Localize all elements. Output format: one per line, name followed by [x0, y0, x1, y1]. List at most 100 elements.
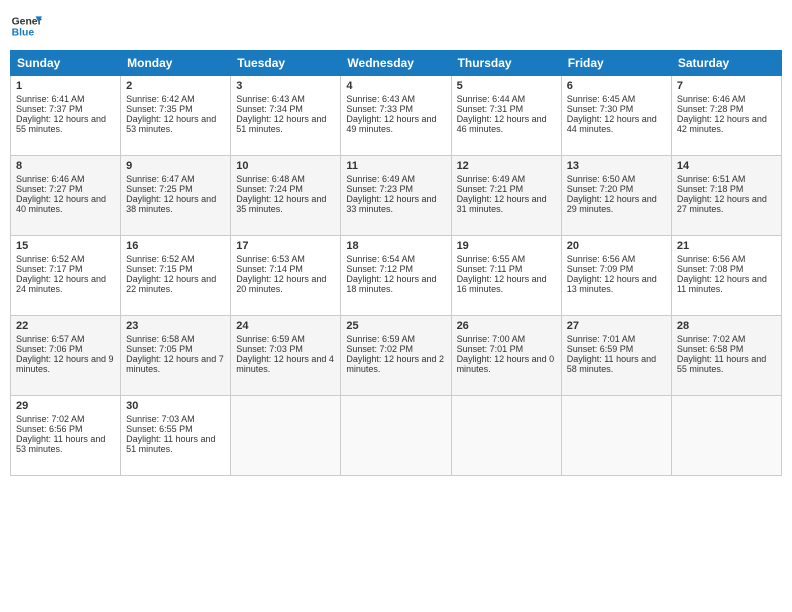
day-number: 25 [346, 320, 445, 332]
sunrise: Sunrise: 7:02 AM [16, 414, 85, 424]
daylight-label: Daylight: 12 hours and 31 minutes. [457, 194, 547, 214]
day-cell: 24Sunrise: 6:59 AMSunset: 7:03 PMDayligh… [231, 316, 341, 396]
week-row-1: 1 Sunrise: 6:41 AMSunset: 7:37 PM Daylight… [11, 76, 782, 156]
header-wednesday: Wednesday [341, 51, 451, 76]
daylight-label: Daylight: 12 hours and 2 minutes. [346, 354, 444, 374]
day-number: 15 [16, 240, 115, 252]
day-cell: 19Sunrise: 6:55 AMSunset: 7:11 PMDayligh… [451, 236, 561, 316]
day-cell [561, 396, 671, 476]
daylight-label: Daylight: 12 hours and 33 minutes. [346, 194, 436, 214]
sunrise: Sunrise: 6:49 AM [457, 174, 526, 184]
sunset: Sunset: 6:59 PM [567, 344, 634, 354]
daylight-label: Daylight: 12 hours and 27 minutes. [677, 194, 767, 214]
sunset: Sunset: 7:24 PM [236, 184, 303, 194]
sunrise: Sunrise: 6:56 AM [567, 254, 636, 264]
logo-icon: General Blue [10, 10, 42, 42]
calendar-table: SundayMondayTuesdayWednesdayThursdayFrid… [10, 50, 782, 476]
day-cell: 10Sunrise: 6:48 AMSunset: 7:24 PMDayligh… [231, 156, 341, 236]
daylight-label: Daylight: 12 hours and 20 minutes. [236, 274, 326, 294]
day-cell: 3Sunrise: 6:43 AMSunset: 7:34 PMDaylight… [231, 76, 341, 156]
daylight-label: Daylight: 12 hours and 7 minutes. [126, 354, 224, 374]
sunset: Sunset: 6:58 PM [677, 344, 744, 354]
day-cell: 1Sunrise: 6:41 AMSunset: 7:37 PMDaylight… [11, 76, 121, 156]
day-cell [231, 396, 341, 476]
daylight-label: Daylight: 12 hours and 44 minutes. [567, 114, 657, 134]
sunrise: Sunrise: 6:47 AM [126, 174, 195, 184]
sunset: Sunset: 7:27 PM [16, 184, 83, 194]
sunrise: Sunrise: 6:41 AM [16, 94, 85, 104]
sunrise: Sunrise: 6:49 AM [346, 174, 415, 184]
daylight-label: Daylight: 11 hours and 53 minutes. [16, 434, 105, 454]
day-cell: 30Sunrise: 7:03 AMSunset: 6:55 PMDayligh… [121, 396, 231, 476]
header-sunday: Sunday [11, 51, 121, 76]
sunset: Sunset: 7:03 PM [236, 344, 303, 354]
sunset: Sunset: 7:30 PM [567, 104, 634, 114]
sunset: Sunset: 6:55 PM [126, 424, 193, 434]
sunset: Sunset: 7:06 PM [16, 344, 83, 354]
day-cell: 27Sunrise: 7:01 AMSunset: 6:59 PMDayligh… [561, 316, 671, 396]
day-cell: 8Sunrise: 6:46 AMSunset: 7:27 PMDaylight… [11, 156, 121, 236]
sunrise: Sunrise: 7:02 AM [677, 334, 746, 344]
daylight-label: Daylight: 12 hours and 24 minutes. [16, 274, 106, 294]
svg-text:Blue: Blue [12, 28, 35, 39]
day-cell: 20Sunrise: 6:56 AMSunset: 7:09 PMDayligh… [561, 236, 671, 316]
day-number: 4 [346, 80, 445, 92]
sunset: Sunset: 7:37 PM [16, 104, 83, 114]
day-number: 16 [126, 240, 225, 252]
sunset: Sunset: 6:56 PM [16, 424, 83, 434]
day-number: 10 [236, 160, 335, 172]
day-number: 1 [16, 80, 115, 92]
sunrise: Sunrise: 6:53 AM [236, 254, 305, 264]
day-cell: 17Sunrise: 6:53 AMSunset: 7:14 PMDayligh… [231, 236, 341, 316]
page-header: General Blue [10, 10, 782, 42]
sunset: Sunset: 7:31 PM [457, 104, 524, 114]
day-cell: 18Sunrise: 6:54 AMSunset: 7:12 PMDayligh… [341, 236, 451, 316]
day-number: 23 [126, 320, 225, 332]
header-thursday: Thursday [451, 51, 561, 76]
day-cell [451, 396, 561, 476]
day-cell: 26Sunrise: 7:00 AMSunset: 7:01 PMDayligh… [451, 316, 561, 396]
sunrise: Sunrise: 6:42 AM [126, 94, 195, 104]
day-cell: 25Sunrise: 6:59 AMSunset: 7:02 PMDayligh… [341, 316, 451, 396]
daylight-label: Daylight: 12 hours and 16 minutes. [457, 274, 547, 294]
day-number: 26 [457, 320, 556, 332]
day-number: 5 [457, 80, 556, 92]
day-number: 8 [16, 160, 115, 172]
day-number: 20 [567, 240, 666, 252]
sunset: Sunset: 7:05 PM [126, 344, 193, 354]
sunset: Sunset: 7:23 PM [346, 184, 413, 194]
day-cell: 21Sunrise: 6:56 AMSunset: 7:08 PMDayligh… [671, 236, 781, 316]
header-monday: Monday [121, 51, 231, 76]
sunrise: Sunrise: 6:43 AM [346, 94, 415, 104]
daylight-label: Daylight: 12 hours and 0 minutes. [457, 354, 555, 374]
day-cell [671, 396, 781, 476]
daylight-label: Daylight: 12 hours and 40 minutes. [16, 194, 106, 214]
day-number: 2 [126, 80, 225, 92]
daylight-label: Daylight: 12 hours and 11 minutes. [677, 274, 767, 294]
day-cell: 4Sunrise: 6:43 AMSunset: 7:33 PMDaylight… [341, 76, 451, 156]
sunset: Sunset: 7:33 PM [346, 104, 413, 114]
sunrise: Sunrise: 6:45 AM [567, 94, 636, 104]
day-number: 6 [567, 80, 666, 92]
sunset: Sunset: 7:02 PM [346, 344, 413, 354]
day-cell: 11 Sunrise: 6:49 AMSunset: 7:23 PMDayligh… [341, 156, 451, 236]
sunrise: Sunrise: 7:00 AM [457, 334, 526, 344]
day-cell: 7Sunrise: 6:46 AMSunset: 7:28 PMDaylight… [671, 76, 781, 156]
daylight-label: Daylight: 12 hours and 46 minutes. [457, 114, 547, 134]
daylight-label: Daylight: 11 hours and 58 minutes. [567, 354, 656, 374]
sunset: Sunset: 7:11 PM [457, 264, 523, 274]
day-number: 7 [677, 80, 776, 92]
sunset: Sunset: 7:28 PM [677, 104, 744, 114]
day-cell: 16Sunrise: 6:52 AMSunset: 7:15 PMDayligh… [121, 236, 231, 316]
sunrise: Sunrise: 7:01 AM [567, 334, 636, 344]
day-cell: 12Sunrise: 6:49 AMSunset: 7:21 PMDayligh… [451, 156, 561, 236]
calendar-header: SundayMondayTuesdayWednesdayThursdayFrid… [11, 51, 782, 76]
daylight-label: Daylight: 12 hours and 29 minutes. [567, 194, 657, 214]
daylight-label: Daylight: 12 hours and 38 minutes. [126, 194, 216, 214]
day-number: 11 [346, 160, 445, 172]
day-cell: 22Sunrise: 6:57 AMSunset: 7:06 PMDayligh… [11, 316, 121, 396]
sunrise: Sunrise: 6:43 AM [236, 94, 305, 104]
header-saturday: Saturday [671, 51, 781, 76]
header-friday: Friday [561, 51, 671, 76]
header-tuesday: Tuesday [231, 51, 341, 76]
